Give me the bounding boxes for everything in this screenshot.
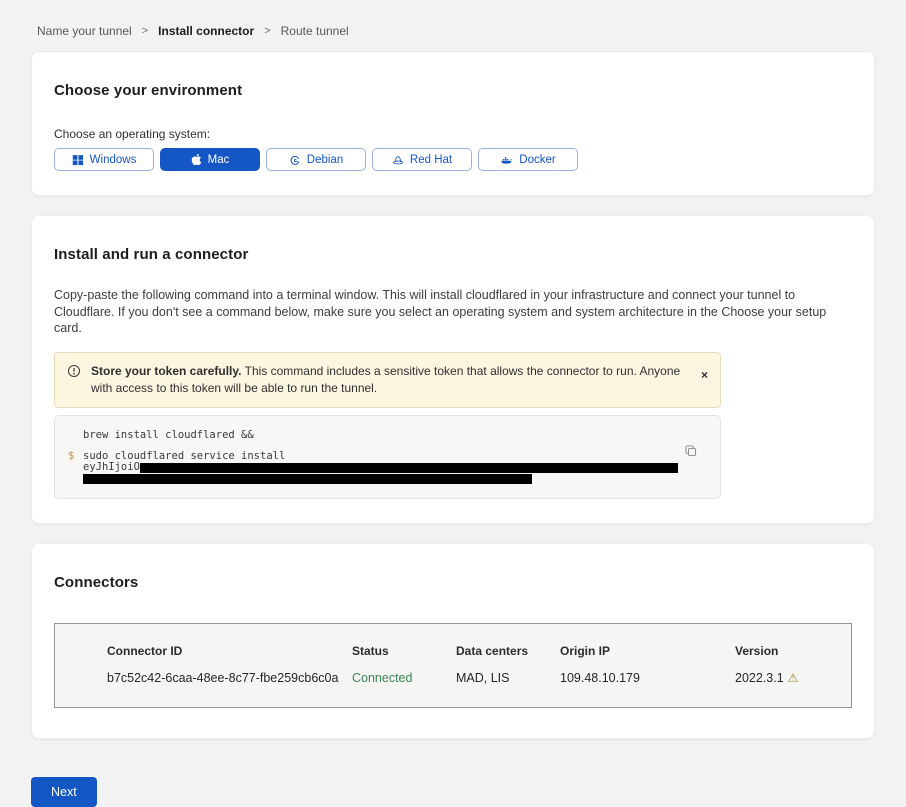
os-select-label: Choose an operating system: [54, 127, 852, 141]
install-description: Copy-paste the following command into a … [54, 287, 852, 337]
os-button-mac[interactable]: Mac [160, 148, 260, 171]
windows-icon [72, 154, 84, 166]
token-warning-lead: Store your token carefully. [91, 364, 242, 378]
version-value: 2022.3.1 ⚠ [735, 671, 851, 685]
data-centers-value: MAD, LIS [456, 671, 560, 685]
apple-icon [191, 153, 202, 166]
os-button-redhat[interactable]: Red Hat [372, 148, 472, 171]
connectors-table: Connector ID Status Data centers Origin … [54, 623, 852, 708]
os-button-label: Red Hat [410, 154, 452, 166]
status-badge: Connected [352, 671, 456, 685]
column-header-origin-ip: Origin IP [560, 644, 735, 658]
breadcrumb-step-install-connector[interactable]: Install connector [158, 24, 254, 38]
debian-icon [289, 154, 301, 166]
os-button-label: Windows [90, 154, 137, 166]
page: Name your tunnel > Install connector > R… [0, 0, 906, 807]
code-token-prefix: eyJhIjoiO [83, 461, 140, 473]
os-button-label: Mac [208, 154, 230, 166]
install-card: Install and run a connector Copy-paste t… [31, 215, 875, 524]
code-line-sudo: $ sudo cloudflared service install eyJhI… [68, 451, 707, 484]
code-line-brew: brew install cloudflared && [68, 430, 707, 441]
version-number: 2022.3.1 [735, 671, 784, 685]
breadcrumb-step-name-your-tunnel[interactable]: Name your tunnel [37, 24, 132, 38]
redhat-icon [392, 154, 404, 166]
close-icon[interactable]: × [701, 369, 708, 381]
column-header-status: Status [352, 644, 456, 658]
origin-ip-value: 109.48.10.179 [560, 671, 735, 685]
os-button-docker[interactable]: Docker [478, 148, 578, 171]
column-header-version: Version [735, 644, 851, 658]
connectors-card-title: Connectors [54, 574, 852, 591]
breadcrumb-step-route-tunnel[interactable]: Route tunnel [281, 24, 349, 38]
breadcrumb: Name your tunnel > Install connector > R… [31, 0, 875, 51]
install-card-title: Install and run a connector [54, 246, 852, 263]
os-button-label: Docker [519, 154, 555, 166]
next-button[interactable]: Next [31, 777, 97, 807]
shell-prompt: $ [68, 451, 83, 484]
code-gutter [68, 430, 83, 441]
breadcrumb-separator: > [142, 25, 148, 37]
table-row: b7c52c42-6caa-48ee-8c77-fbe259cb6c0a Con… [55, 671, 851, 685]
code-text-lines: sudo cloudflared service install eyJhIjo… [83, 451, 678, 484]
token-warning-callout: Store your token carefully. This command… [54, 352, 721, 408]
environment-card-title: Choose your environment [54, 82, 852, 99]
connector-id-value: b7c52c42-6caa-48ee-8c77-fbe259cb6c0a [107, 671, 352, 685]
docker-icon [500, 154, 513, 166]
environment-card: Choose your environment Choose an operat… [31, 51, 875, 196]
connectors-card: Connectors Connector ID Status Data cent… [31, 543, 875, 739]
column-header-data-centers: Data centers [456, 644, 560, 658]
column-header-connector-id: Connector ID [107, 644, 352, 658]
info-icon [67, 364, 81, 383]
redacted-token-bar-1 [140, 463, 678, 473]
footer: Next [31, 777, 875, 807]
table-header-row: Connector ID Status Data centers Origin … [55, 644, 851, 658]
token-warning-text: Store your token carefully. This command… [91, 363, 691, 397]
copy-icon[interactable] [684, 444, 698, 461]
os-button-label: Debian [307, 154, 343, 166]
os-button-windows[interactable]: Windows [54, 148, 154, 171]
os-button-debian[interactable]: Debian [266, 148, 366, 171]
os-button-group: Windows Mac Debian Red Hat [54, 148, 852, 171]
breadcrumb-separator: > [264, 25, 270, 37]
version-warning-icon: ⚠ [788, 671, 799, 685]
install-command-code-block: brew install cloudflared && $ sudo cloud… [54, 415, 721, 499]
redacted-token-bar-2 [83, 474, 532, 484]
code-text-line1: brew install cloudflared && [83, 430, 254, 441]
